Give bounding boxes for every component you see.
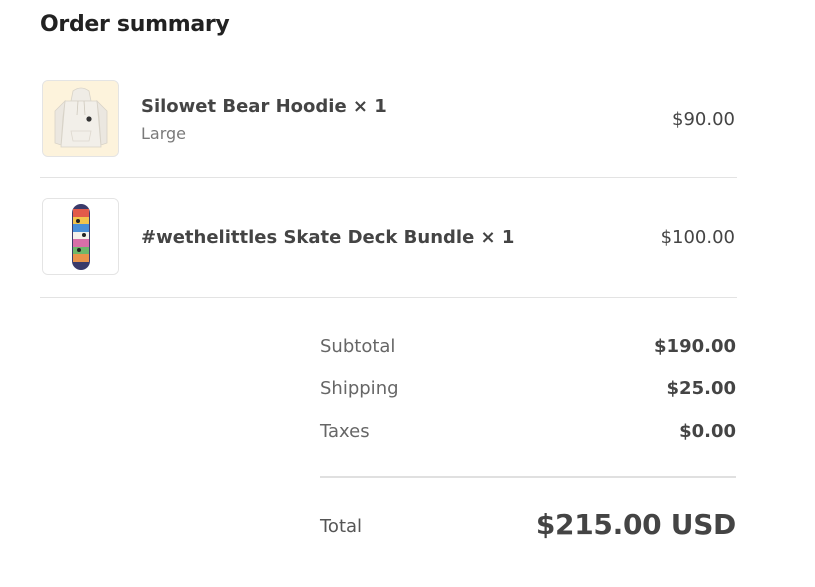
- item-price: $90.00: [672, 109, 735, 130]
- subtotal-value: $190.00: [654, 336, 736, 357]
- order-summary-title: Order summary: [40, 12, 230, 37]
- item-divider: [40, 297, 737, 298]
- hoodie-image: [43, 81, 118, 156]
- item-name: Silowet Bear Hoodie × 1: [141, 96, 387, 117]
- skate-deck-thumbnail: [42, 198, 119, 275]
- item-divider: [40, 177, 737, 178]
- taxes-label: Taxes: [320, 421, 370, 442]
- item-name: #wethelittles Skate Deck Bundle × 1: [141, 227, 515, 248]
- shipping-value: $25.00: [666, 378, 736, 399]
- shipping-row: Shipping $25.00: [320, 378, 736, 402]
- order-summary-page: Order summary Silowet Bear Hoodie × 1 La…: [0, 0, 815, 587]
- subtotal-label: Subtotal: [320, 336, 396, 357]
- hoodie-thumbnail: [42, 80, 119, 157]
- total-label: Total: [320, 516, 363, 537]
- shipping-label: Shipping: [320, 378, 399, 399]
- line-item: #wethelittles Skate Deck Bundle × 1 $100…: [40, 186, 737, 296]
- line-item: Silowet Bear Hoodie × 1 Large $90.00: [40, 68, 737, 178]
- totals-divider: [320, 476, 736, 478]
- taxes-value: $0.00: [679, 421, 736, 442]
- item-variant: Large: [141, 124, 187, 143]
- taxes-row: Taxes $0.00: [320, 421, 736, 445]
- skate-deck-image: [43, 199, 118, 274]
- total-value: $215.00 USD: [535, 508, 736, 541]
- subtotal-row: Subtotal $190.00: [320, 336, 736, 360]
- item-price: $100.00: [660, 227, 735, 248]
